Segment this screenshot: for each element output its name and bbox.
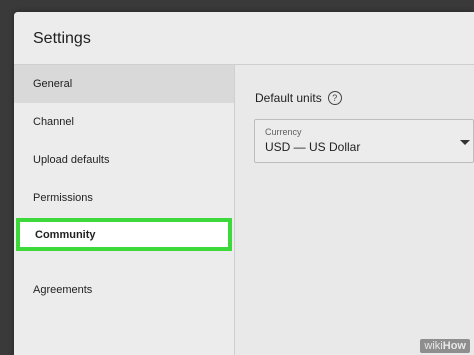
help-circle-icon[interactable]: ? (327, 91, 342, 105)
sidebar-item-label: Community (35, 228, 96, 241)
sidebar-item-general[interactable]: General (14, 65, 234, 103)
sidebar-item-channel[interactable]: Channel (14, 103, 234, 141)
sidebar-item-label: Channel (33, 116, 74, 128)
chevron-down-icon (460, 140, 470, 145)
sidebar-item-community[interactable]: Community (16, 218, 232, 251)
currency-select[interactable]: Currency USD — US Dollar (254, 119, 474, 163)
wikihow-watermark: wikiHow (420, 339, 470, 353)
sidebar-item-agreements[interactable]: Agreements (14, 271, 234, 309)
currency-label: Currency (265, 127, 302, 137)
sidebar-item-upload-defaults[interactable]: Upload defaults (14, 141, 234, 179)
dialog-header: Settings (14, 12, 474, 65)
sidebar-item-label: Upload defaults (33, 154, 110, 166)
sidebar-item-permissions[interactable]: Permissions (14, 179, 234, 217)
sidebar-item-label: Agreements (33, 284, 93, 296)
sidebar-item-label: Permissions (33, 192, 93, 204)
watermark-prefix: wiki (424, 340, 443, 352)
settings-content: Default units ? Currency USD — US Dollar (235, 65, 474, 355)
settings-sidebar: General Channel Upload defaults Permissi… (14, 65, 235, 355)
section-title: Default units ? (255, 91, 342, 105)
currency-value: USD — US Dollar (265, 140, 361, 154)
section-title-text: Default units (255, 91, 322, 105)
dialog-title: Settings (33, 30, 91, 47)
watermark-suffix: How (442, 340, 466, 352)
sidebar-item-label: General (33, 78, 73, 90)
settings-dialog: Settings General Channel Upload defaults… (14, 12, 474, 355)
